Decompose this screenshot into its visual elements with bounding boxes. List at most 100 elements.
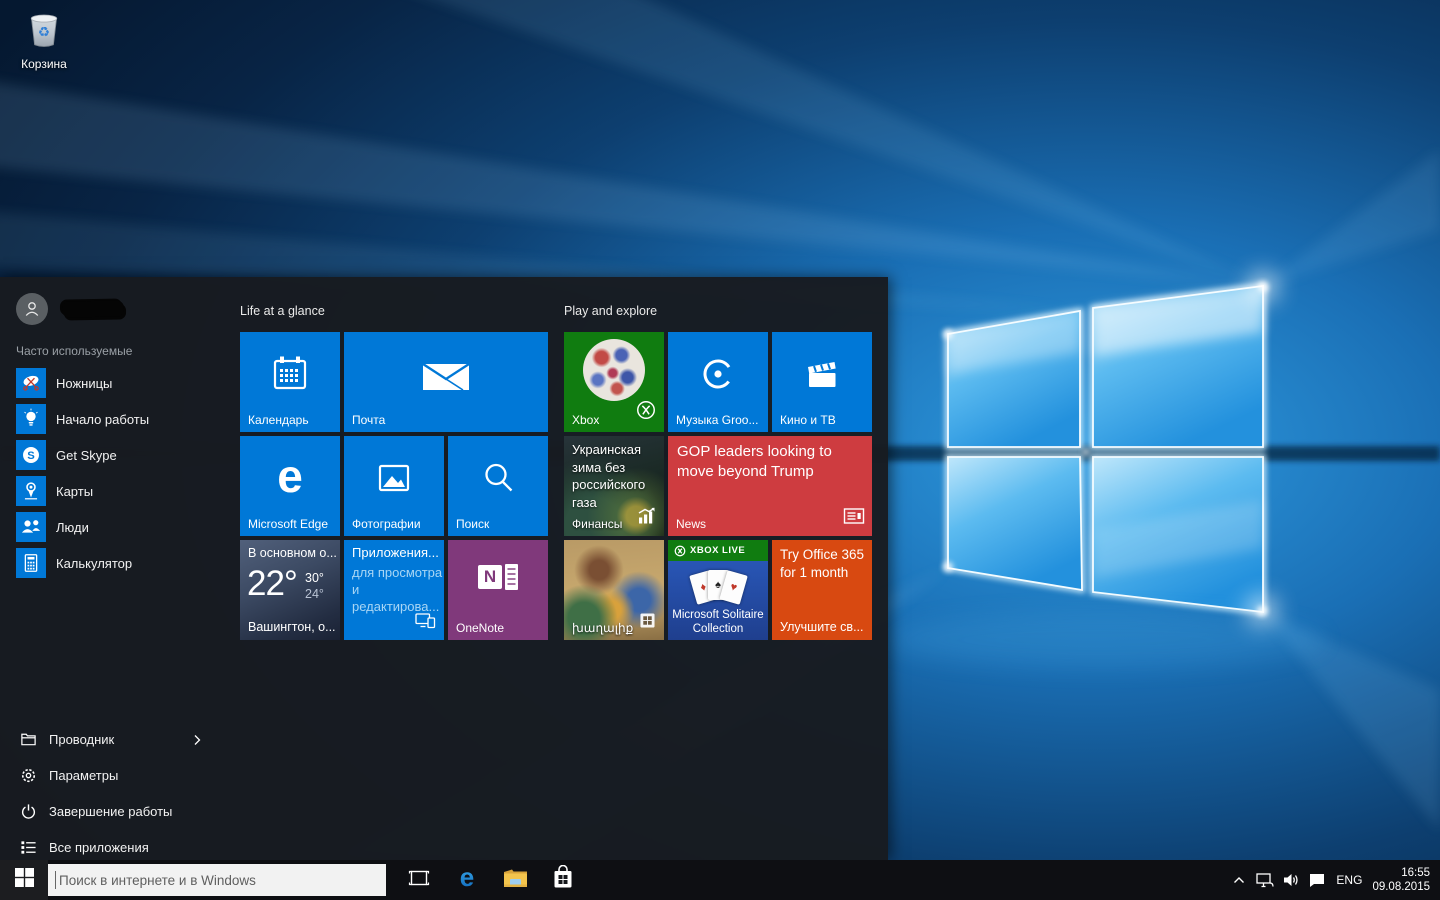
onenote-icon: N (448, 564, 548, 590)
tray-chevron-up-icon[interactable] (1226, 860, 1252, 900)
tile-search[interactable]: Поиск (448, 436, 548, 536)
windows-start-icon (14, 868, 34, 892)
tile-mail[interactable]: Почта (344, 332, 548, 432)
calculator-icon (16, 548, 46, 578)
people-icon (16, 512, 46, 542)
tile-label: Microsoft Edge (248, 517, 329, 531)
start-button[interactable] (0, 860, 48, 900)
tile-onenote[interactable]: N OneNote (448, 540, 548, 640)
svg-text:S: S (27, 450, 35, 462)
weather-low: 24° (305, 587, 324, 601)
tile-news[interactable]: GOP leaders looking to move beyond Trump… (668, 436, 872, 536)
sidebar-item-snipping-tool[interactable]: Ножницы (0, 365, 238, 401)
finance-headline: Украинская зима без российского газа (572, 442, 646, 510)
file-explorer-taskbar-button[interactable] (492, 860, 538, 900)
groove-music-icon (668, 352, 768, 396)
tile-label: Почта (352, 413, 386, 427)
edge-taskbar-button[interactable]: e (444, 860, 490, 900)
tile-movies-tv[interactable]: Кино и ТВ (772, 332, 872, 432)
sidebar-item-label: Карты (56, 483, 94, 499)
search-input[interactable] (57, 871, 371, 889)
group-title-play-and-explore: Play and explore (564, 304, 658, 318)
user-account-button[interactable] (16, 293, 125, 325)
recycle-bin[interactable]: ♻ Корзина (6, 8, 82, 71)
taskbar-search-box (48, 864, 386, 896)
tile-label: Финансы (572, 517, 623, 531)
tray-clock[interactable]: 16:55 09.08.2015 (1368, 866, 1440, 894)
tile-finance[interactable]: Украинская зима без российского газа Фин… (564, 436, 664, 536)
chevron-right-icon (192, 733, 202, 745)
weather-location: Вашингтон, о... (248, 620, 336, 634)
store-badge-icon (640, 613, 655, 633)
taskbar: e (0, 860, 1440, 900)
language-indicator[interactable]: ENG (1330, 873, 1368, 887)
sidebar-item-power[interactable]: Завершение работы (0, 793, 238, 829)
edge-icon: e (240, 448, 340, 504)
skype-icon: S (16, 440, 46, 470)
tile-photos[interactable]: Фотографии (344, 436, 444, 536)
action-center-icon[interactable] (1304, 860, 1330, 900)
frequent-section-header: Часто используемые (16, 344, 133, 358)
calendar-icon (240, 352, 340, 396)
weather-high: 30° (305, 571, 324, 585)
tile-microsoft-edge[interactable]: e Microsoft Edge (240, 436, 340, 536)
recycle-bin-icon: ♻ (21, 14, 67, 54)
xbox-logo-icon (635, 399, 657, 426)
tile-apps-promo[interactable]: Приложения... для просмотра и редактиров… (344, 540, 444, 640)
sidebar-item-label: Завершение работы (49, 803, 173, 819)
newspaper-icon (843, 507, 865, 530)
tile-xbox[interactable]: Xbox (564, 332, 664, 432)
tile-solitaire[interactable]: XBOX LIVE ♦ ♠ ♥ Microsoft Solitaire Coll… (668, 540, 768, 640)
folder-icon (20, 731, 37, 748)
tile-weather[interactable]: В основном о... 22° 30° 24° Вашингтон, о… (240, 540, 340, 640)
tile-game[interactable]: խաղալիք (564, 540, 664, 640)
sidebar-item-people[interactable]: Люди (0, 509, 238, 545)
sidebar-item-settings[interactable]: Параметры (0, 757, 238, 793)
tile-label: OneNote (456, 621, 505, 635)
svg-text:e: e (460, 864, 474, 892)
tile-label: Xbox (572, 413, 600, 427)
task-view-icon (407, 869, 431, 892)
sidebar-item-label: Ножницы (56, 375, 113, 391)
tile-office-promo[interactable]: Try Office 365 for 1 month Улучшите св..… (772, 540, 872, 640)
network-icon[interactable] (1252, 860, 1278, 900)
sidebar-item-file-explorer[interactable]: Проводник (0, 721, 238, 757)
task-view-button[interactable] (396, 860, 442, 900)
xbox-live-label: XBOX LIVE (690, 545, 746, 556)
user-avatar (16, 293, 48, 325)
tile-label: Microsoft Solitaire Collection (672, 609, 764, 635)
tile-label: խաղալիք (572, 621, 634, 635)
apps-promo-body: для просмотра и редактирова... (352, 565, 443, 614)
sidebar-item-get-started[interactable]: Начало работы (0, 401, 238, 437)
tile-calendar[interactable]: Календарь (240, 332, 340, 432)
photos-icon (344, 456, 444, 500)
system-tray: ENG 16:55 09.08.2015 (1226, 860, 1440, 900)
file-explorer-icon (503, 868, 528, 893)
tile-groove-music[interactable]: Музыка Groo... (668, 332, 768, 432)
sidebar-item-label: Параметры (49, 767, 119, 783)
svg-text:e: e (277, 450, 303, 502)
lightbulb-icon (16, 404, 46, 434)
tile-label: Кино и ТВ (780, 413, 836, 427)
tile-label: Фотографии (352, 517, 421, 531)
start-menu-footer: Проводник Параметры Завершение работы Вс… (0, 721, 238, 865)
store-taskbar-button[interactable] (540, 860, 586, 900)
sidebar-item-label: Проводник (49, 731, 115, 747)
sidebar-item-label: Калькулятор (56, 555, 133, 571)
scissors-icon (16, 368, 46, 398)
volume-icon[interactable] (1278, 860, 1304, 900)
sidebar-item-calculator[interactable]: Калькулятор (0, 545, 238, 581)
sidebar-item-get-skype[interactable]: S Get Skype (0, 437, 238, 473)
office-promo-title: Try Office 365 for 1 month (780, 547, 865, 580)
frequent-apps-list: Ножницы Начало работы S Get Skype Карты … (0, 365, 238, 581)
xbox-gamer-avatar (583, 339, 645, 401)
office-promo-subtitle: Улучшите св... (780, 620, 864, 634)
edge-icon: e (454, 862, 480, 897)
tile-label: Календарь (248, 413, 309, 427)
tile-label: Поиск (456, 517, 490, 531)
sidebar-item-maps[interactable]: Карты (0, 473, 238, 509)
mail-icon (344, 356, 548, 394)
sidebar-item-label: Люди (56, 519, 89, 535)
devices-icon (415, 612, 437, 634)
news-headline: GOP leaders looking to move beyond Trump (677, 443, 832, 480)
